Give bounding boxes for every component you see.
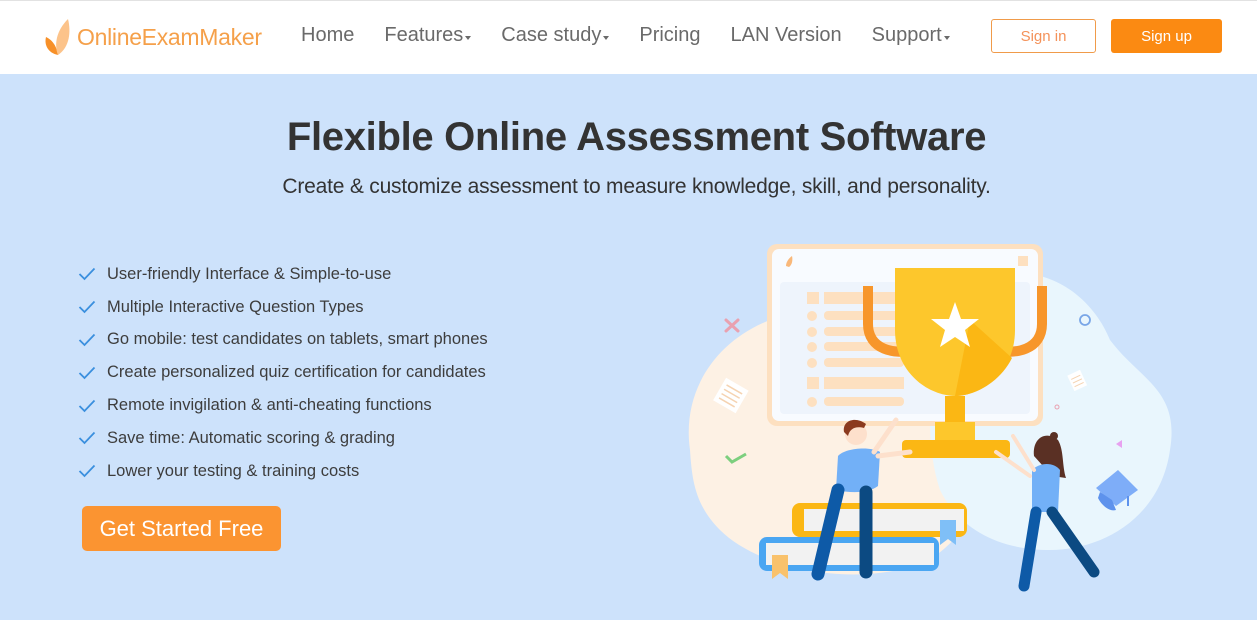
feature-item: Multiple Interactive Question Types [78, 291, 488, 324]
brand-logo[interactable]: OnlineExamMaker [44, 17, 262, 57]
checkmark-icon [78, 268, 96, 281]
nav-case-study-label: Case study [501, 24, 602, 46]
feature-text: Create personalized quiz certification f… [107, 363, 486, 382]
checkmark-icon [78, 366, 96, 380]
leaf-logo-icon [45, 19, 70, 55]
nav-features[interactable]: Features [384, 24, 472, 47]
feature-text: Lower your testing & training costs [107, 461, 360, 480]
sign-up-button[interactable]: Sign up [1111, 19, 1222, 53]
feature-list: User-friendly Interface & Simple-to-use … [78, 258, 488, 488]
checkmark-icon [78, 301, 96, 314]
nav-home-label: Home [301, 24, 355, 46]
feature-text: Save time: Automatic scoring & grading [107, 428, 395, 447]
feature-text: User-friendly Interface & Simple-to-use [107, 264, 392, 283]
hero-title: Flexible Online Assessment Software [286, 115, 987, 159]
feature-text: Go mobile: test candidates on tablets, s… [107, 330, 488, 349]
caret-down-icon [465, 35, 472, 40]
navbar: OnlineExamMaker Home Features Case study… [0, 1, 1257, 74]
trophy-celebration-illustration [688, 244, 1172, 592]
main-nav: Home Features Case study Pricing LAN Ver… [301, 24, 980, 47]
nav-case-study[interactable]: Case study [501, 24, 610, 47]
feature-item: Go mobile: test candidates on tablets, s… [78, 324, 488, 357]
feature-item: Save time: Automatic scoring & grading [78, 422, 488, 455]
checkmark-icon [78, 465, 96, 478]
feature-item: Create personalized quiz certification f… [78, 356, 488, 389]
feature-item: User-friendly Interface & Simple-to-use [78, 258, 488, 291]
feature-text: Multiple Interactive Question Types [107, 297, 364, 316]
feature-item: Remote invigilation & anti-cheating func… [78, 389, 488, 422]
get-started-button[interactable]: Get Started Free [82, 506, 281, 551]
nav-pricing-label: Pricing [639, 24, 701, 46]
cross-icon [724, 318, 740, 333]
nav-lan-version[interactable]: LAN Version [731, 24, 842, 47]
feature-item: Lower your testing & training costs [78, 455, 488, 488]
nav-support-label: Support [871, 24, 942, 46]
caret-down-icon [603, 35, 610, 40]
checkmark-icon [78, 333, 96, 347]
brand-name: OnlineExamMaker [77, 23, 262, 50]
nav-home[interactable]: Home [301, 24, 354, 47]
nav-pricing[interactable]: Pricing [639, 24, 700, 47]
hero-subtitle: Create & customize assessment to measure… [282, 175, 991, 198]
checkmark-icon [78, 432, 96, 445]
sign-in-button[interactable]: Sign in [991, 19, 1096, 53]
checkmark-icon [78, 399, 96, 412]
nav-lan-version-label: LAN Version [730, 24, 842, 46]
caret-down-icon [943, 35, 950, 40]
nav-support[interactable]: Support [872, 24, 950, 47]
nav-features-label: Features [384, 24, 464, 46]
feature-text: Remote invigilation & anti-cheating func… [107, 396, 432, 415]
